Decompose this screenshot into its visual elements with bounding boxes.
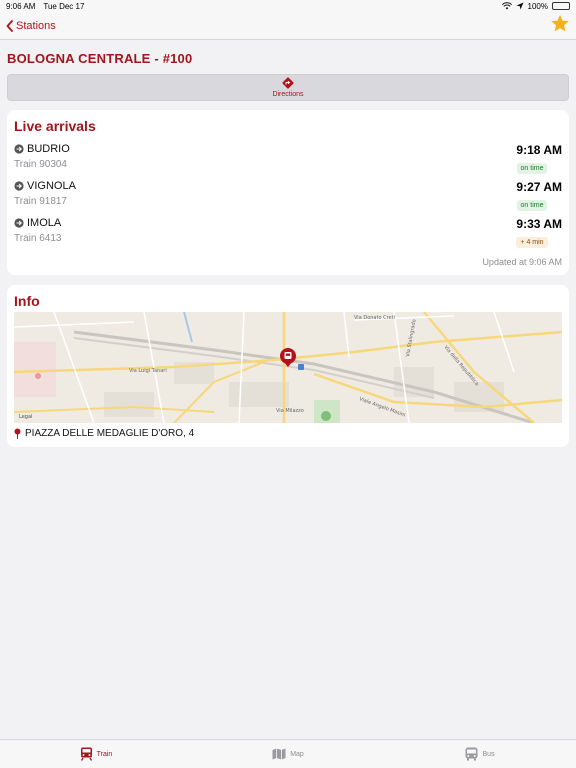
- battery-percent: 100%: [527, 1, 548, 11]
- tab-bar: Train Map Bus: [0, 739, 576, 768]
- svg-text:Legal: Legal: [19, 414, 32, 420]
- tab-bus-label: Bus: [482, 750, 495, 758]
- train-number: Train 90304: [14, 159, 67, 170]
- tab-map[interactable]: Map: [192, 740, 384, 768]
- wifi-icon: [501, 2, 512, 10]
- tab-map-label: Map: [290, 750, 304, 758]
- status-bar: 9:06 AM Tue Dec 17 100%: [0, 0, 576, 12]
- chevron-left-icon: [6, 19, 13, 32]
- status-date: Tue Dec 17: [43, 1, 85, 11]
- arrival-time-col: 9:18 AM on time: [502, 143, 562, 175]
- arrow-circle-right-icon: [14, 144, 24, 154]
- star-icon: [551, 14, 569, 31]
- status-badge: on time: [516, 200, 548, 211]
- station-map[interactable]: Via Donato Creti Viale Angelo Masini Via…: [14, 312, 562, 423]
- arrival-time: 9:27 AM: [516, 180, 562, 194]
- live-arrivals-title: Live arrivals: [14, 118, 96, 134]
- station-title: BOLOGNA CENTRALE - #100: [7, 51, 193, 66]
- favorite-button[interactable]: [550, 14, 570, 38]
- status-badge: on time: [516, 163, 548, 174]
- svg-text:Via Donato Creti: Via Donato Creti: [354, 315, 395, 321]
- map-graphic: Via Donato Creti Viale Angelo Masini Via…: [14, 312, 562, 423]
- address-text: PIAZZA DELLE MEDAGLIE D'ORO, 4: [25, 428, 195, 439]
- arrow-circle-right-icon: [14, 181, 24, 191]
- svg-text:Via Luigi Tanari: Via Luigi Tanari: [129, 368, 167, 374]
- station-address[interactable]: PIAZZA DELLE MEDAGLIE D'ORO, 4: [14, 428, 194, 439]
- status-badge: + 4 min: [516, 237, 548, 248]
- train-number: Train 6413: [14, 233, 62, 244]
- updated-timestamp: Updated at 9:06 AM: [482, 257, 562, 267]
- arrival-destination: VIGNOLA: [14, 180, 562, 192]
- directions-button[interactable]: Directions: [7, 74, 569, 101]
- map-icon: [272, 748, 286, 760]
- battery-icon: [552, 2, 570, 10]
- arrival-row[interactable]: BUDRIO Train 90304 9:18 AM on time: [14, 143, 562, 177]
- destination-name: VIGNOLA: [27, 180, 76, 192]
- bus-icon: [465, 747, 478, 761]
- tab-bus[interactable]: Bus: [384, 740, 576, 768]
- directions-icon: [282, 77, 294, 89]
- navigation-bar: Stations: [0, 12, 576, 40]
- arrival-time-col: 9:27 AM on time: [502, 180, 562, 212]
- live-arrivals-card: Live arrivals BUDRIO Train 90304 9:18 AM…: [7, 110, 569, 275]
- tab-train[interactable]: Train: [0, 740, 192, 768]
- destination-name: IMOLA: [27, 217, 62, 229]
- info-card: Info Via Donato Creti Viale Angelo Masin…: [7, 285, 569, 447]
- arrival-destination: IMOLA: [14, 217, 562, 229]
- back-button[interactable]: Stations: [6, 20, 56, 32]
- info-title: Info: [14, 293, 40, 309]
- arrival-time-col: 9:33 AM + 4 min: [502, 217, 562, 249]
- destination-name: BUDRIO: [27, 143, 70, 155]
- train-number: Train 91817: [14, 196, 67, 207]
- arrival-row[interactable]: IMOLA Train 6413 9:33 AM + 4 min: [14, 217, 562, 251]
- svg-text:Via Milazzo: Via Milazzo: [276, 408, 304, 414]
- tab-train-label: Train: [96, 750, 113, 758]
- arrival-destination: BUDRIO: [14, 143, 562, 155]
- arrow-circle-right-icon: [14, 218, 24, 228]
- back-button-label: Stations: [16, 19, 56, 32]
- train-icon: [80, 747, 92, 761]
- location-arrow-icon: [516, 2, 524, 10]
- arrival-time: 9:18 AM: [516, 143, 562, 157]
- directions-label: Directions: [272, 91, 304, 98]
- status-time: 9:06 AM: [6, 1, 36, 11]
- location-pin-icon: [14, 428, 21, 439]
- arrival-row[interactable]: VIGNOLA Train 91817 9:27 AM on time: [14, 180, 562, 214]
- status-right: 100%: [501, 1, 570, 11]
- arrival-time: 9:33 AM: [516, 217, 562, 231]
